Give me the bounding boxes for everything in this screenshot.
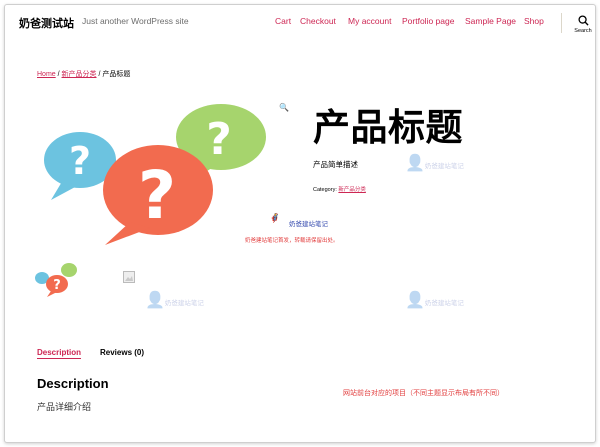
watermark-text: 奶爸建站笔记 — [424, 163, 464, 170]
product-title: 产品标题 — [313, 107, 463, 148]
search-icon — [577, 15, 589, 26]
zoom-icon[interactable]: 🔍 — [279, 103, 289, 112]
breadcrumb-home[interactable]: Home — [37, 71, 56, 78]
watermark-text: 奶爸建站笔记 — [424, 300, 464, 307]
product-category: Category: 新产品分类 — [313, 185, 366, 193]
svg-text:?: ? — [53, 278, 61, 293]
nav-item-shop[interactable]: Shop — [524, 16, 544, 26]
nav-item-my-account[interactable]: My account — [348, 16, 391, 26]
svg-text:?: ? — [69, 139, 91, 183]
nav-item-checkout[interactable]: Checkout — [300, 16, 336, 26]
watermark-brand: 奶爸建站笔记 — [289, 221, 328, 228]
watermark-avatar-icon: 🦸 — [269, 213, 281, 223]
site-tagline: Just another WordPress site — [82, 16, 189, 26]
watermark: 👤奶爸建站笔记 — [405, 155, 464, 172]
thumbnail-image[interactable]: ? — [35, 260, 81, 298]
search-label: Search — [574, 28, 592, 34]
nav-item-sample-page[interactable]: Sample Page — [465, 16, 516, 26]
description-heading: Description — [37, 376, 109, 391]
orange-question-bubble: ? — [103, 145, 213, 245]
breadcrumb: Home / 新产品分类 / 产品标题 — [37, 69, 130, 79]
description-body: 产品详细介绍 — [37, 403, 92, 413]
category-link[interactable]: 新产品分类 — [338, 187, 366, 193]
svg-text:?: ? — [206, 114, 232, 165]
breadcrumb-current: 产品标题 — [102, 71, 131, 78]
image-placeholder-icon[interactable] — [123, 271, 135, 283]
nav-item-portfolio-page[interactable]: Portfolio page — [402, 16, 454, 26]
tab-reviews[interactable]: Reviews (0) — [100, 348, 144, 357]
tab-description[interactable]: Description — [37, 348, 82, 359]
search-toggle[interactable]: Search — [571, 15, 595, 34]
watermark-text: 奶爸建站笔记 — [164, 300, 204, 307]
page-frame: 奶爸测试站 Just another WordPress site Cart C… — [4, 4, 596, 443]
category-label: Category: — [313, 187, 339, 193]
breadcrumb-category[interactable]: 新产品分类 — [62, 71, 97, 78]
product-short-description: 产品简单描述 — [313, 160, 358, 169]
nav-item-cart[interactable]: Cart — [275, 16, 291, 26]
watermark: 👤奶爸建站笔记 — [405, 292, 464, 309]
watermark: 👤奶爸建站笔记 — [145, 292, 204, 309]
svg-text:?: ? — [138, 157, 176, 234]
nav-divider — [561, 13, 562, 33]
watermark-note: 奶爸建站笔记首发，转载请保留出处。 — [245, 238, 339, 244]
site-title[interactable]: 奶爸测试站 — [19, 15, 74, 31]
annotation-note: 网站前台对应的项目（不同主题显示布局有所不同） — [343, 390, 504, 397]
